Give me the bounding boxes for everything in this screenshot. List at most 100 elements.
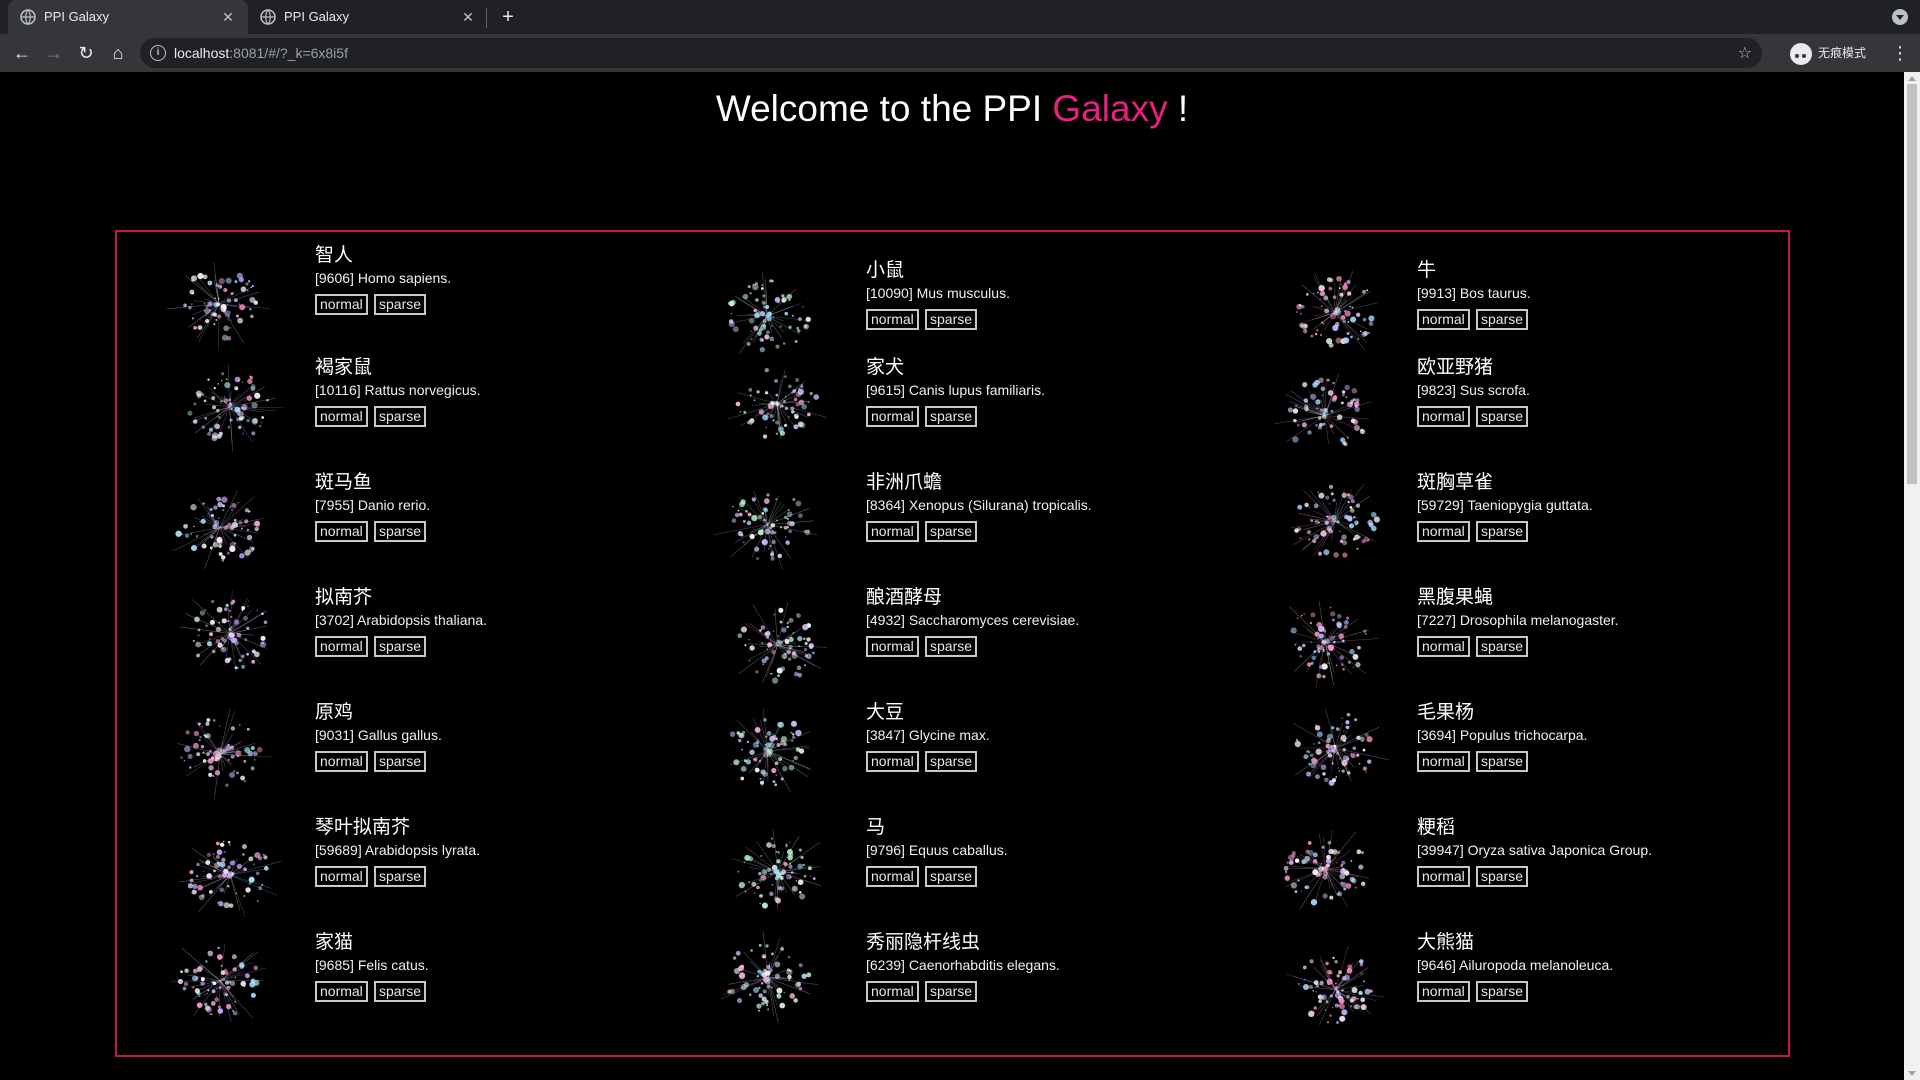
species-common-name: 褐家鼠: [315, 357, 373, 378]
url-text[interactable]: localhost:8081/#/?_k=6x8i5f: [174, 45, 348, 61]
species-common-name: 牛: [1417, 260, 1437, 281]
sparse-button[interactable]: sparse: [925, 981, 978, 1002]
ppi-network-thumbnail[interactable]: [1257, 582, 1397, 697]
sparse-button[interactable]: sparse: [374, 866, 427, 887]
species-card: 拟南芥 [3702] Arabidopsis thaliana. normal spa…: [155, 582, 705, 697]
normal-button[interactable]: normal: [866, 521, 919, 542]
scroll-up-arrow-icon[interactable]: [1908, 76, 1916, 81]
ppi-network-thumbnail[interactable]: [155, 352, 295, 467]
normal-button[interactable]: normal: [1417, 981, 1470, 1002]
globe-icon: [20, 9, 36, 25]
normal-button[interactable]: normal: [315, 751, 368, 772]
normal-button[interactable]: normal: [866, 406, 919, 427]
normal-button[interactable]: normal: [315, 294, 368, 315]
more-menu-icon[interactable]: ⋮: [1890, 41, 1910, 65]
ppi-network-thumbnail[interactable]: [155, 467, 295, 582]
info-icon[interactable]: i: [150, 45, 166, 61]
ppi-network-thumbnail[interactable]: [706, 812, 846, 927]
tab-ppi-galaxy-1[interactable]: PPI Galaxy ✕: [8, 0, 248, 34]
normal-button[interactable]: normal: [315, 521, 368, 542]
species-taxon-name: [3847] Glycine max.: [866, 727, 990, 743]
sparse-button[interactable]: sparse: [374, 521, 427, 542]
species-card: 褐家鼠 [10116] Rattus norvegicus. normal spars…: [155, 352, 705, 467]
scrollbar[interactable]: [1904, 72, 1920, 1080]
close-tab-icon[interactable]: ✕: [458, 7, 478, 27]
species-common-name: 斑马鱼: [315, 472, 373, 493]
new-tab-button[interactable]: +: [496, 5, 520, 29]
sparse-button[interactable]: sparse: [1476, 866, 1529, 887]
species-taxon-name: [6239] Caenorhabditis elegans.: [866, 957, 1060, 973]
ppi-network-thumbnail[interactable]: [155, 812, 295, 927]
address-bar[interactable]: i localhost:8081/#/?_k=6x8i5f ☆: [140, 38, 1762, 68]
ppi-network-thumbnail[interactable]: [706, 927, 846, 1042]
ppi-network-thumbnail[interactable]: [706, 697, 846, 812]
sparse-button[interactable]: sparse: [1476, 636, 1529, 657]
ppi-network-thumbnail[interactable]: [706, 582, 846, 697]
species-common-name: 欧亚野猪: [1417, 357, 1494, 378]
species-taxon-name: [9913] Bos taurus.: [1417, 285, 1531, 301]
tab-search-icon[interactable]: [1892, 9, 1908, 25]
normal-button[interactable]: normal: [1417, 309, 1470, 330]
ppi-network-thumbnail[interactable]: [155, 240, 295, 355]
normal-button[interactable]: normal: [1417, 521, 1470, 542]
forward-arrow-icon[interactable]: →: [42, 41, 66, 65]
sparse-button[interactable]: sparse: [1476, 981, 1529, 1002]
normal-button[interactable]: normal: [866, 981, 919, 1002]
sparse-button[interactable]: sparse: [925, 521, 978, 542]
normal-button[interactable]: normal: [315, 636, 368, 657]
ppi-network-thumbnail[interactable]: [1257, 467, 1397, 582]
scroll-down-arrow-icon[interactable]: [1908, 1071, 1916, 1076]
normal-button[interactable]: normal: [1417, 636, 1470, 657]
sparse-button[interactable]: sparse: [1476, 521, 1529, 542]
species-common-name: 琴叶拟南芥: [315, 817, 411, 838]
scroll-thumb[interactable]: [1907, 84, 1917, 484]
sparse-button[interactable]: sparse: [1476, 309, 1529, 330]
bookmark-star-icon[interactable]: ☆: [1738, 43, 1752, 63]
sparse-button[interactable]: sparse: [374, 636, 427, 657]
incognito-indicator[interactable]: 无痕模式: [1790, 41, 1866, 65]
back-arrow-icon[interactable]: ←: [10, 41, 34, 65]
ppi-network-thumbnail[interactable]: [1257, 812, 1397, 927]
reload-icon[interactable]: ↻: [74, 41, 98, 65]
home-icon[interactable]: ⌂: [106, 41, 130, 65]
species-card: 琴叶拟南芥 [59689] Arabidopsis lyrata. normal sp…: [155, 812, 705, 927]
species-card: 欧亚野猪 [9823] Sus scrofa. normal sparse: [1257, 352, 1807, 467]
tab-title: PPI Galaxy: [284, 9, 350, 24]
normal-button[interactable]: normal: [866, 636, 919, 657]
ppi-network-thumbnail[interactable]: [155, 927, 295, 1042]
sparse-button[interactable]: sparse: [374, 751, 427, 772]
sparse-button[interactable]: sparse: [1476, 406, 1529, 427]
normal-button[interactable]: normal: [315, 406, 368, 427]
sparse-button[interactable]: sparse: [925, 751, 978, 772]
ppi-network-thumbnail[interactable]: [155, 582, 295, 697]
ppi-network-thumbnail[interactable]: [1257, 352, 1397, 467]
sparse-button[interactable]: sparse: [925, 866, 978, 887]
species-common-name: 黑腹果蝇: [1417, 587, 1494, 608]
ppi-network-thumbnail[interactable]: [155, 697, 295, 812]
tab-ppi-galaxy-2[interactable]: PPI Galaxy ✕: [248, 0, 488, 34]
ppi-network-thumbnail[interactable]: [1257, 697, 1397, 812]
sparse-button[interactable]: sparse: [1476, 751, 1529, 772]
species-taxon-name: [10090] Mus musculus.: [866, 285, 1010, 301]
ppi-network-thumbnail[interactable]: [706, 467, 846, 582]
normal-button[interactable]: normal: [866, 751, 919, 772]
sparse-button[interactable]: sparse: [925, 309, 978, 330]
normal-button[interactable]: normal: [315, 981, 368, 1002]
normal-button[interactable]: normal: [315, 866, 368, 887]
close-tab-icon[interactable]: ✕: [218, 7, 238, 27]
normal-button[interactable]: normal: [1417, 406, 1470, 427]
normal-button[interactable]: normal: [866, 309, 919, 330]
ppi-network-thumbnail[interactable]: [706, 352, 846, 467]
sparse-button[interactable]: sparse: [925, 636, 978, 657]
species-common-name: 马: [866, 817, 886, 838]
tab-separator: [486, 8, 487, 28]
normal-button[interactable]: normal: [1417, 866, 1470, 887]
species-card: 毛果杨 [3694] Populus trichocarpa. normal spar…: [1257, 697, 1807, 812]
sparse-button[interactable]: sparse: [374, 981, 427, 1002]
sparse-button[interactable]: sparse: [374, 406, 427, 427]
normal-button[interactable]: normal: [866, 866, 919, 887]
sparse-button[interactable]: sparse: [925, 406, 978, 427]
ppi-network-thumbnail[interactable]: [1257, 927, 1397, 1042]
normal-button[interactable]: normal: [1417, 751, 1470, 772]
sparse-button[interactable]: sparse: [374, 294, 427, 315]
